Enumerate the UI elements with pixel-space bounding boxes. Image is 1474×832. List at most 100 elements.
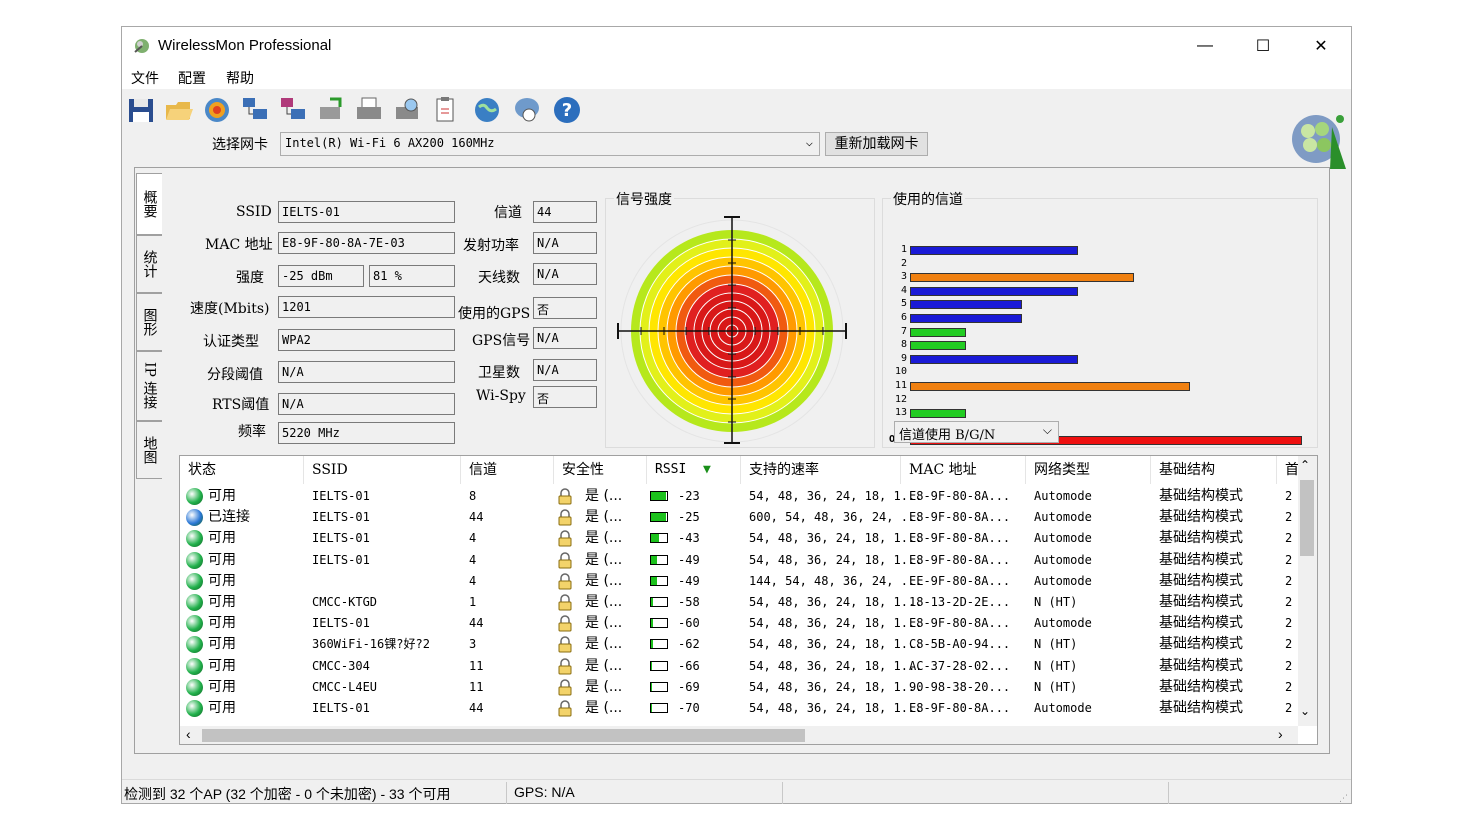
infrastructure-cell: 基础结构模式 (1159, 615, 1243, 632)
sort-desc-icon: ▼ (703, 462, 711, 477)
col-extra[interactable]: 首 (1277, 456, 1299, 484)
vertical-scrollbar[interactable]: ⌃ ⌄ (1298, 456, 1317, 726)
table-row[interactable]: 可用 360WiFi-16锞?好?2 3 是 (... 54, 48, 36, 24, … (180, 634, 1298, 655)
vertical-scroll-thumb[interactable] (1300, 480, 1314, 556)
table-row[interactable]: 可用 IELTS-01 8 是 (... 54, 48, 36, 24, 18, 1..… (180, 486, 1298, 507)
horizontal-scroll-thumb[interactable] (202, 729, 805, 742)
txpower-field: N/A (533, 232, 597, 254)
channel-label: 8 (900, 339, 907, 351)
channel-mode-select[interactable]: 信道使用 B/G/N ⌵ (894, 421, 1059, 443)
channel-cell: 11 (469, 658, 484, 673)
rates-cell: 54, 48, 36, 24, 18, 1... (749, 595, 923, 609)
tab-ip-connection[interactable]: IP 连接 (136, 351, 162, 421)
tab-summary[interactable]: 概要 (136, 173, 162, 235)
auth-label: 认证类型 (203, 334, 259, 350)
scroll-up-icon[interactable]: ⌃ (1300, 458, 1310, 472)
rts-field: N/A (278, 393, 455, 415)
mac-cell: E8-9F-80-8A... (909, 510, 1011, 525)
table-row[interactable]: 可用 IELTS-01 4 是 (... 54, 48, 36, 24, 18, 1..… (180, 550, 1298, 571)
col-mac[interactable]: MAC 地址 (901, 456, 1026, 484)
status-cell: 可用 (208, 530, 236, 547)
table-row[interactable]: 可用 4 是 (... 144, 54, 48, 36, 24, ... EE-9F-8… (180, 571, 1298, 592)
table-row[interactable]: 可用 IELTS-01 44 是 (... 54, 48, 36, 24, 18, 1.… (180, 613, 1298, 634)
network-type-cell: Automode (1034, 616, 1092, 631)
network-card-2-icon[interactable] (278, 95, 308, 125)
tab-graph[interactable]: 图形 (136, 293, 162, 351)
infrastructure-cell: 基础结构模式 (1159, 530, 1243, 547)
globe-icon[interactable] (472, 95, 502, 125)
resize-grip-icon[interactable]: ⋰ (1339, 793, 1348, 804)
mac-cell: E8-9F-80-8A... (909, 701, 1011, 715)
adapter-select[interactable]: Intel(R) Wi-Fi 6 AX200 160MHz ⌵ (280, 132, 820, 156)
ap-list[interactable]: 状态 SSID 信道 安全性 RSSI ▼ 支持的速率 MAC 地址 网络类型 … (179, 455, 1318, 745)
horizontal-scrollbar[interactable]: ‹ › (180, 726, 1298, 744)
channel-label: 2 (900, 257, 907, 269)
print-preview-icon[interactable] (392, 95, 422, 125)
speed-label: 速度(Mbits) (190, 301, 270, 317)
menu-help[interactable]: 帮助 (226, 68, 254, 88)
table-row[interactable]: 可用 CMCC-304 11 是 (... 54, 48, 36, 24, 18, 1.… (180, 656, 1298, 677)
export-icon[interactable] (316, 95, 346, 125)
col-network-type[interactable]: 网络类型 (1026, 456, 1151, 484)
tab-map[interactable]: 地图 (136, 421, 162, 479)
infrastructure-cell: 基础结构模式 (1159, 657, 1243, 674)
ssid-cell: CMCC-KTGD (312, 595, 378, 609)
ssid-cell: IELTS-01 (312, 489, 370, 503)
table-row[interactable]: 可用 IELTS-01 4 是 (... 54, 48, 36, 24, 18, 1..… (180, 528, 1298, 549)
save-icon[interactable] (126, 95, 156, 125)
infrastructure-cell: 基础结构模式 (1159, 551, 1243, 568)
tab-statistics[interactable]: 统计 (136, 235, 162, 293)
col-infrastructure[interactable]: 基础结构 (1151, 456, 1277, 484)
col-security[interactable]: 安全性 (554, 456, 647, 484)
infrastructure-cell: 基础结构模式 (1159, 678, 1243, 695)
channel-cell: 44 (469, 701, 484, 715)
status-cell: 可用 (208, 678, 236, 695)
rates-cell: 54, 48, 36, 24, 18, 1... (749, 701, 923, 715)
record-icon[interactable] (202, 95, 232, 125)
table-row[interactable]: 可用 IELTS-01 44 是 (... 54, 48, 36, 24, 18, 1.… (180, 698, 1298, 719)
rssi-level-bar (650, 618, 668, 629)
minimize-button[interactable]: — (1176, 27, 1234, 65)
rssi-level-fill (651, 534, 659, 543)
scroll-left-icon[interactable]: ‹ (186, 726, 191, 742)
network-type-cell: N (HT) (1034, 637, 1078, 652)
ssid-cell: CMCC-304 (312, 658, 370, 673)
extra-cell: 2 (1285, 679, 1293, 694)
adapter-selected-value: Intel(R) Wi-Fi 6 AX200 160MHz (285, 136, 495, 150)
menu-file[interactable]: 文件 (131, 68, 159, 88)
security-cell: 是 (... (585, 488, 623, 504)
help-bubble-icon[interactable] (512, 95, 542, 125)
help-icon[interactable]: ? (552, 95, 582, 125)
close-button[interactable]: ✕ (1292, 27, 1350, 65)
wispy-field: 否 (533, 386, 597, 408)
network-card-icon[interactable] (240, 95, 270, 125)
table-row[interactable]: 可用 CMCC-L4EU 11 是 (... 54, 48, 36, 24, 18, 1… (180, 677, 1298, 698)
security-cell: 是 (... (585, 509, 623, 526)
rssi-level-bar (650, 703, 668, 713)
rssi-cell: -62 (650, 634, 730, 655)
extra-cell: 2 (1285, 616, 1293, 631)
ssid-cell: IELTS-01 (312, 616, 370, 631)
col-rssi[interactable]: RSSI ▼ (647, 456, 741, 484)
open-folder-icon[interactable] (164, 95, 194, 125)
main-window: WirelessMon Professional — ☐ ✕ 文件 配置 帮助 … (121, 26, 1352, 804)
table-row[interactable]: 已连接 IELTS-01 44 是 (... 600, 54, 48, 36, 24, … (180, 507, 1298, 528)
col-channel[interactable]: 信道 (461, 456, 554, 484)
reload-adapter-button[interactable]: 重新加载网卡 (825, 132, 928, 156)
print-icon[interactable] (354, 95, 384, 125)
col-ssid[interactable]: SSID (304, 456, 461, 484)
gps-used-field: 否 (533, 297, 597, 319)
col-rates[interactable]: 支持的速率 (741, 456, 901, 484)
channel-usage-bar (910, 327, 966, 337)
maximize-button[interactable]: ☐ (1234, 27, 1292, 65)
menu-config[interactable]: 配置 (178, 68, 206, 88)
ssid-cell: 360WiFi-16锞?好?2 (312, 637, 430, 652)
table-row[interactable]: 可用 CMCC-KTGD 1 是 (... 54, 48, 36, 24, 18, 1.… (180, 592, 1298, 613)
channel-mode-value: 信道使用 B/G/N (899, 428, 996, 443)
col-status[interactable]: 状态 (180, 456, 304, 484)
rssi-level-fill (651, 619, 653, 628)
scroll-right-icon[interactable]: › (1278, 726, 1283, 742)
clipboard-icon[interactable] (430, 95, 460, 125)
rssi-cell: -58 (650, 592, 730, 613)
scroll-down-icon[interactable]: ⌄ (1300, 704, 1310, 718)
